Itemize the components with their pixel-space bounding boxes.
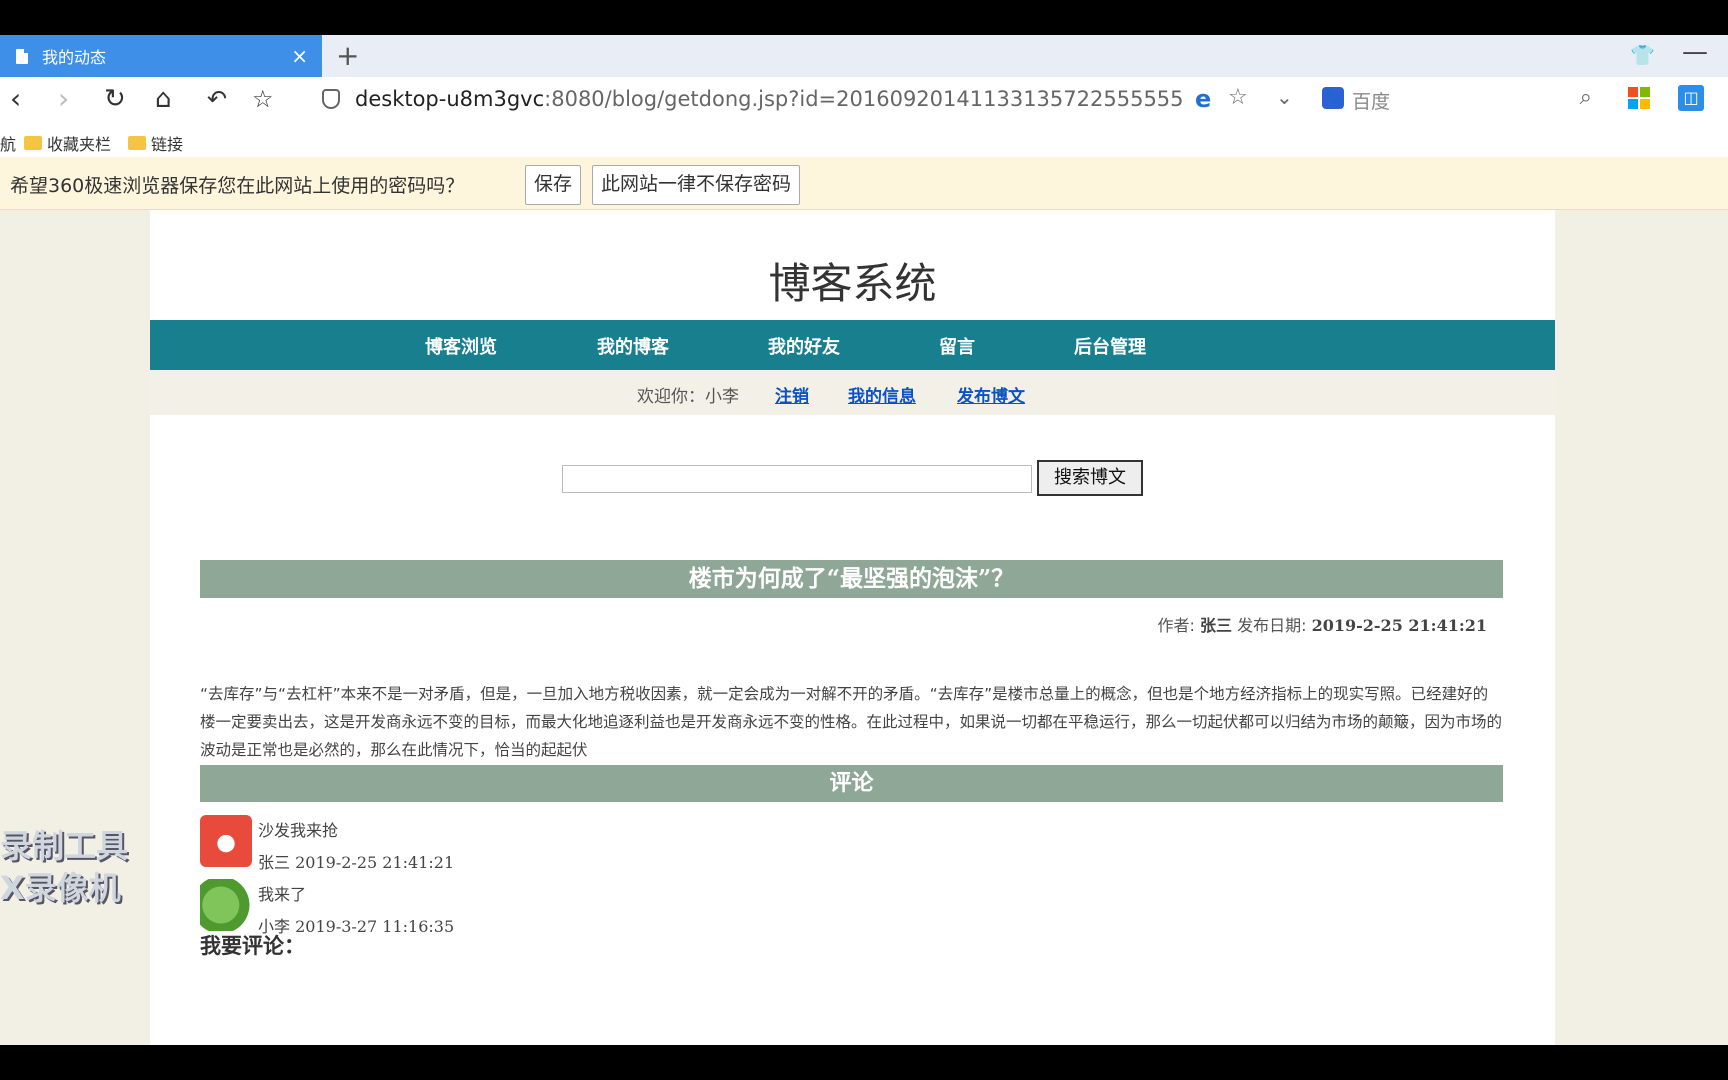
author-label: 作者: (1157, 616, 1195, 635)
bookmarks-bar: 航 收藏夹栏 链接 (0, 123, 1728, 158)
watermark-line: X录像机 (0, 869, 121, 907)
search-posts-button[interactable]: 搜索博文 (1037, 460, 1143, 496)
watermark-line: 录制工具 (0, 827, 129, 865)
bookmark-label: 链接 (151, 135, 184, 154)
tab-active[interactable]: 我的动态 × (0, 35, 322, 77)
search-icon[interactable]: ⌕ (1580, 85, 1592, 110)
comment-author: 张三 2019-2-25 21:41:21 (258, 849, 454, 873)
main-nav: 博客浏览 我的博客 我的好友 留言 后台管理 (150, 320, 1555, 370)
address-toolbar: ‹ › ↻ ⌂ ↶ ☆ desktop-u8m3gvc:8080/blog/ge… (0, 77, 1728, 124)
undo-icon[interactable]: ↶ (207, 83, 227, 115)
bookmark-favorites-folder[interactable]: 收藏夹栏 (24, 131, 111, 155)
ie-mode-icon[interactable]: e (1195, 85, 1211, 113)
my-comment-label: 我要评论： (200, 933, 305, 958)
home-icon[interactable]: ⌂ (155, 83, 172, 115)
post-meta: 作者: 张三 发布日期: 2019-2-25 21:41:21 (1158, 612, 1488, 636)
logout-link[interactable]: 注销 (775, 382, 809, 407)
minimize-icon[interactable]: — (1682, 37, 1708, 67)
user-bar: 欢迎你：小李 注销 我的信息 发布博文 (150, 370, 1555, 415)
post-content: “去库存”与“去杠杆”本来不是一对矛盾，但是，一旦加入地方税收因素，就一定会成为… (200, 685, 1503, 759)
favorite-star-icon[interactable]: ☆ (252, 83, 274, 115)
comment-time: 2019-2-25 21:41:21 (295, 853, 455, 872)
browser-window: 我的动态 × + 👕 — ‹ › ↻ ⌂ ↶ ☆ desktop-u8m3gvc… (0, 35, 1728, 1045)
blog-search-input[interactable] (562, 465, 1032, 493)
date-label: 发布日期: (1237, 616, 1307, 635)
search-engine-box[interactable]: 🐾 百度 ⌕ (1310, 81, 1600, 117)
url-path: :8080/blog/getdong.jsp?id=20160920141133… (544, 87, 1184, 111)
nav-messages[interactable]: 留言 (939, 333, 975, 359)
welcome-text: 欢迎你：小李 (637, 387, 739, 407)
comments-header: 评论 (200, 765, 1503, 802)
page-viewport: 博客系统 博客浏览 我的博客 我的好友 留言 后台管理 欢迎你：小李 注销 我的… (0, 210, 1728, 1045)
my-info-link[interactable]: 我的信息 (848, 382, 916, 407)
nav-my-blog[interactable]: 我的博客 (597, 333, 669, 359)
comment-text: 我来了 (258, 885, 307, 904)
tab-bar: 我的动态 × + 👕 — (0, 35, 1728, 77)
url-host: desktop-u8m3gvc (355, 87, 545, 111)
blog-container: 博客系统 博客浏览 我的博客 我的好友 留言 后台管理 欢迎你：小李 注销 我的… (150, 210, 1555, 1045)
bookmark-links-folder[interactable]: 链接 (128, 131, 183, 155)
back-icon[interactable]: ‹ (10, 83, 21, 115)
comment-time: 2019-3-27 11:16:35 (295, 917, 455, 936)
folder-icon (128, 136, 146, 150)
password-save-bar: 希望360极速浏览器保存您在此网站上使用的密码吗？ 保存 此网站一律不保存密码 (0, 157, 1728, 210)
never-save-button[interactable]: 此网站一律不保存密码 (592, 165, 801, 205)
forward-icon[interactable]: › (58, 83, 69, 115)
chevron-down-icon[interactable]: ⌄ (1276, 85, 1293, 109)
nav-admin[interactable]: 后台管理 (1074, 333, 1146, 359)
post-title: 楼市为何成了“最坚强的泡沫”？ (200, 560, 1503, 598)
bookmark-partial[interactable]: 航 (0, 131, 16, 155)
search-engine-placeholder: 百度 (1352, 91, 1391, 113)
bookmark-star-icon[interactable]: ☆ (1228, 85, 1248, 110)
new-tab-icon[interactable]: + (336, 39, 359, 72)
bookmark-label: 收藏夹栏 (47, 135, 112, 154)
shield-icon (322, 89, 340, 109)
apps-grid-icon[interactable] (1628, 87, 1650, 109)
lettuce-avatar (200, 879, 252, 931)
tab-title: 我的动态 (42, 48, 107, 67)
page-icon (16, 48, 28, 64)
reload-icon[interactable]: ↻ (104, 83, 126, 115)
post-author: 张三 (1200, 616, 1233, 635)
post-date: 2019-2-25 21:41:21 (1311, 616, 1487, 635)
nav-my-friends[interactable]: 我的好友 (768, 333, 840, 359)
address-bar[interactable]: desktop-u8m3gvc:8080/blog/getdong.jsp?id… (355, 87, 1184, 111)
comment-text: 沙发我来抢 (258, 821, 339, 840)
password-prompt: 希望360极速浏览器保存您在此网站上使用的密码吗？ (10, 175, 465, 197)
skin-icon[interactable]: 👕 (1630, 43, 1655, 67)
tab-close-icon[interactable]: × (291, 44, 308, 68)
publish-post-link[interactable]: 发布博文 (957, 382, 1025, 407)
recorder-watermark: 录制工具 X录像机 (0, 825, 128, 909)
app-center-icon[interactable]: ◫ (1678, 85, 1704, 111)
save-password-button[interactable]: 保存 (525, 165, 582, 205)
fox-avatar (200, 815, 252, 867)
comment-user: 张三 (258, 853, 291, 872)
nav-blog-browse[interactable]: 博客浏览 (425, 333, 497, 359)
site-title: 博客系统 (768, 259, 937, 308)
baidu-paw-icon: 🐾 (1322, 87, 1344, 109)
folder-icon (24, 136, 42, 150)
